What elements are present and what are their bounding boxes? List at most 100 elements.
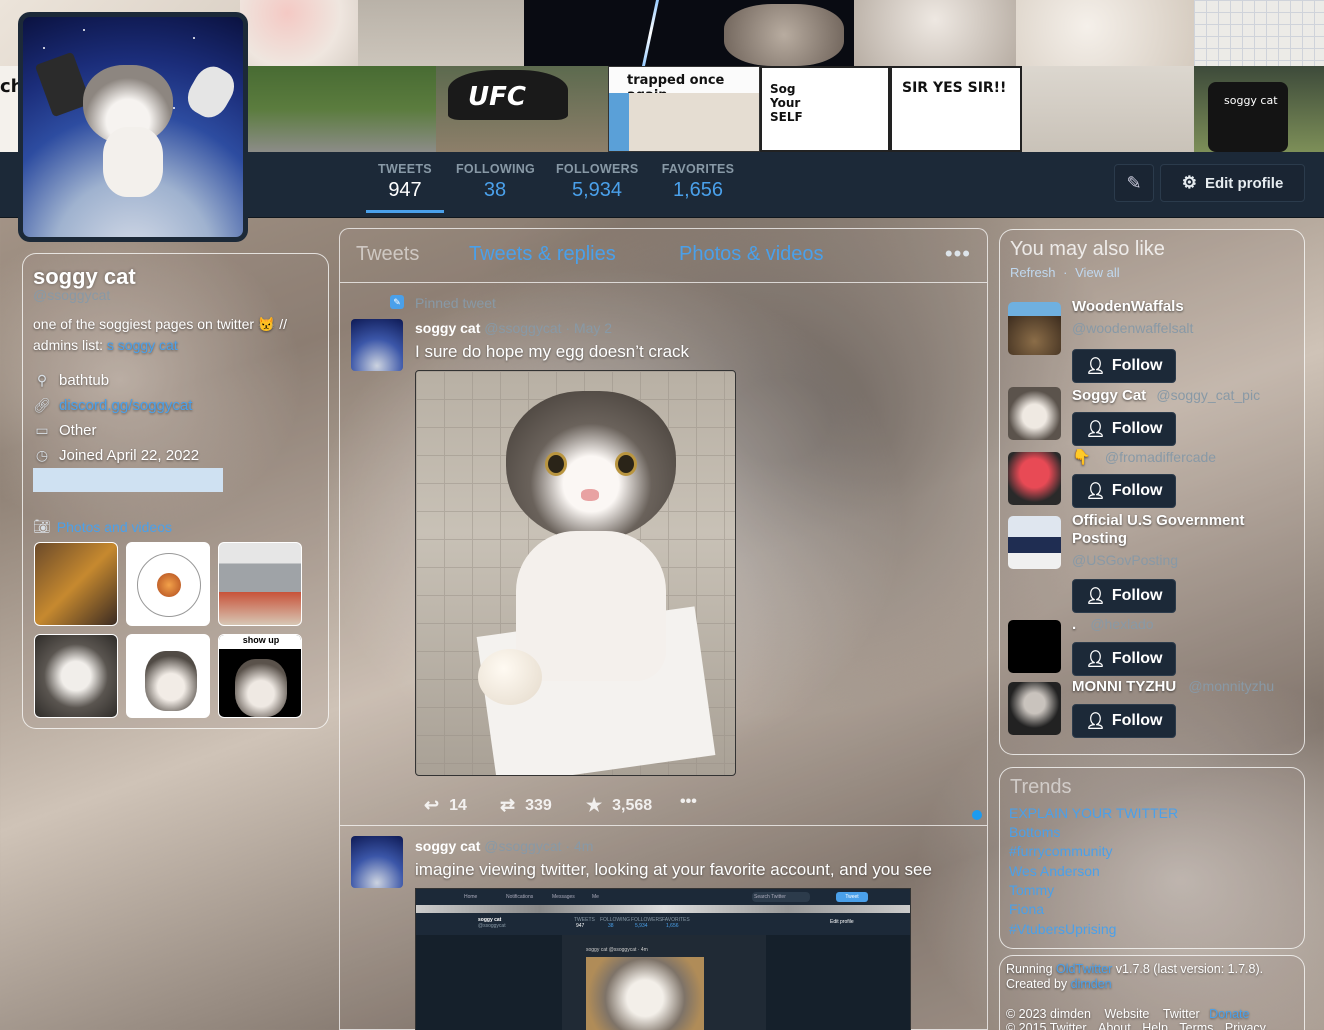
banner-tile: ch — [0, 66, 20, 152]
suggestion-avatar[interactable] — [1008, 302, 1061, 355]
tweet-pinned[interactable]: ✎ Pinned tweet soggy cat @ssoggycat · Ma… — [340, 283, 987, 826]
tweet-author[interactable]: soggy cat — [415, 320, 480, 336]
banner-tile — [1022, 66, 1194, 152]
tweet-time[interactable]: 4m — [574, 838, 593, 854]
stat-label: TWEETS — [378, 162, 432, 176]
edit-profile-label: Edit profile — [1204, 174, 1284, 192]
refresh-link[interactable]: Refresh — [1010, 265, 1056, 280]
tweet-image[interactable]: Home Notifications Messages Me Search Tw… — [415, 888, 911, 1030]
suggestion-avatar[interactable] — [1008, 387, 1061, 440]
suggestion-avatar[interactable] — [1008, 620, 1061, 673]
suggestion-avatar[interactable] — [1008, 516, 1061, 569]
favorite-button[interactable]: ★ 3,568 — [586, 795, 652, 816]
trend-item[interactable]: #VtubersUprising — [1009, 921, 1116, 937]
tweet-more-button[interactable]: ••• — [680, 793, 697, 811]
star-icon: ★ — [586, 795, 603, 815]
footer-created: Created by dimden — [1006, 977, 1112, 991]
follow-button[interactable]: 👤︎ Follow — [1072, 579, 1176, 613]
embedded-tweet-button: Tweet — [836, 892, 868, 902]
photos-header[interactable]: 📷︎ Photos and videos — [33, 518, 172, 535]
suggestion-name-text[interactable]: MONNI TYZHU — [1072, 678, 1176, 695]
suggestion-avatar[interactable] — [1008, 452, 1061, 505]
camera-icon: 📷︎ — [33, 518, 51, 534]
media-thumb[interactable]: show up — [218, 634, 302, 718]
retweet-button[interactable]: ⇄ 339 — [500, 795, 552, 816]
footer-link-about[interactable]: About — [1098, 1021, 1131, 1030]
add-user-icon: 👤︎ — [1085, 421, 1106, 438]
tab-tweets[interactable]: Tweets — [356, 243, 419, 266]
embedded-stat-value: 947 — [576, 923, 585, 929]
tab-tweets-replies[interactable]: Tweets & replies — [469, 243, 616, 266]
tweet-header: soggy cat @ssoggycat · 4m — [415, 838, 594, 854]
tweet-author[interactable]: soggy cat — [415, 838, 480, 854]
tweet-avatar[interactable] — [351, 319, 403, 371]
media-thumb[interactable] — [218, 542, 302, 626]
view-all-link[interactable]: View all — [1075, 265, 1120, 280]
profile-avatar[interactable] — [18, 12, 248, 242]
creator-link[interactable]: dimden — [1071, 977, 1112, 991]
footer-link-help[interactable]: Help — [1142, 1021, 1168, 1030]
bio-admins-link[interactable]: s soggy cat — [107, 337, 178, 353]
website-link[interactable]: discord.gg/soggycat — [59, 397, 192, 414]
trend-item[interactable]: Tommy — [1009, 882, 1054, 898]
customize-pencil-button[interactable]: ✎ — [1114, 164, 1154, 202]
tabs-more-button[interactable]: ••• — [945, 241, 971, 267]
media-thumb[interactable] — [126, 542, 210, 626]
profile-handle: @ssoggycat — [33, 287, 111, 303]
embedded-nav-messages: Messages — [552, 894, 575, 900]
trend-item[interactable]: #furrycommunity — [1009, 843, 1112, 859]
wtf-links: Refresh · View all — [1010, 265, 1120, 280]
follow-button[interactable]: 👤︎ Follow — [1072, 642, 1176, 676]
tweet-time[interactable]: May 2 — [574, 320, 612, 336]
footer-link-privacy[interactable]: Privacy — [1225, 1021, 1266, 1030]
media-thumb[interactable] — [34, 542, 118, 626]
follow-label: Follow — [1111, 587, 1163, 604]
tweet-handle[interactable]: @ssoggycat — [484, 320, 561, 336]
suggestion-avatar[interactable] — [1008, 682, 1061, 735]
trend-item[interactable]: Wes Anderson — [1009, 863, 1100, 879]
stat-followers[interactable]: FOLLOWERS 5,934 — [556, 162, 638, 202]
tab-photos-videos[interactable]: Photos & videos — [679, 243, 824, 266]
stat-label: FAVORITES — [661, 162, 735, 176]
follow-button[interactable]: 👤︎ Follow — [1072, 704, 1176, 738]
tweet-handle[interactable]: @ssoggycat — [484, 838, 561, 854]
trend-item[interactable]: Fiona — [1009, 901, 1044, 917]
add-user-icon: 👤︎ — [1085, 588, 1106, 605]
embedded-stat-label: FOLLOWING — [600, 917, 631, 923]
stat-favorites[interactable]: FAVORITES 1,656 — [660, 162, 736, 202]
suggestion-name-text[interactable]: Soggy Cat — [1072, 387, 1146, 404]
stat-tweets[interactable]: TWEETS 947 — [366, 162, 444, 213]
reply-button[interactable]: ↩ 14 — [424, 795, 467, 816]
suggestion-name[interactable]: Official U.S Government Posting — [1072, 512, 1272, 548]
follow-button[interactable]: 👤︎ Follow — [1072, 349, 1176, 383]
tweet-header: soggy cat @ssoggycat · May 2 — [415, 320, 613, 336]
tweet-image[interactable] — [415, 370, 736, 776]
edit-profile-button[interactable]: ⚙ Edit profile — [1160, 164, 1305, 202]
follow-button[interactable]: 👤︎ Follow — [1072, 474, 1176, 508]
suggestion-name-text[interactable]: . — [1072, 616, 1076, 633]
suggestion-name: . @hexlado — [1072, 616, 1154, 633]
reply-icon: ↩ — [424, 795, 440, 815]
stat-following[interactable]: FOLLOWING 38 — [456, 162, 535, 202]
footer-link-copyright-twitter[interactable]: © 2015 Twitter — [1006, 1021, 1087, 1030]
oldtwitter-link[interactable]: OldTwitter — [1056, 962, 1112, 976]
suggestion-name-text[interactable]: 👇 — [1072, 449, 1091, 466]
trend-item[interactable]: EXPLAIN YOUR TWITTER — [1009, 805, 1178, 821]
footer-link-website[interactable]: Website — [1104, 1007, 1149, 1021]
media-thumb[interactable] — [34, 634, 118, 718]
footer-link-terms[interactable]: Terms — [1179, 1021, 1213, 1030]
follow-button[interactable]: 👤︎ Follow — [1072, 412, 1176, 446]
suggestion-name[interactable]: WoodenWaffals — [1072, 298, 1184, 315]
more-icon: ••• — [680, 793, 697, 810]
footer-links-2: © 2015 Twitter About Help Terms Privacy — [1006, 1021, 1266, 1030]
add-user-icon: 👤︎ — [1085, 358, 1106, 375]
suggestion-handle: @hexlado — [1090, 616, 1154, 632]
footer-link-twitter[interactable]: Twitter — [1163, 1007, 1200, 1021]
media-thumb[interactable] — [126, 634, 210, 718]
stat-value: 5,934 — [571, 179, 623, 201]
tweet[interactable]: soggy cat @ssoggycat · 4m imagine viewin… — [340, 826, 987, 1030]
tweet-avatar[interactable] — [351, 836, 403, 888]
trend-item[interactable]: Bottoms — [1009, 824, 1060, 840]
timeline: Tweets Tweets & replies Photos & videos … — [339, 228, 988, 1030]
footer-link-donate[interactable]: Donate — [1209, 1007, 1249, 1021]
